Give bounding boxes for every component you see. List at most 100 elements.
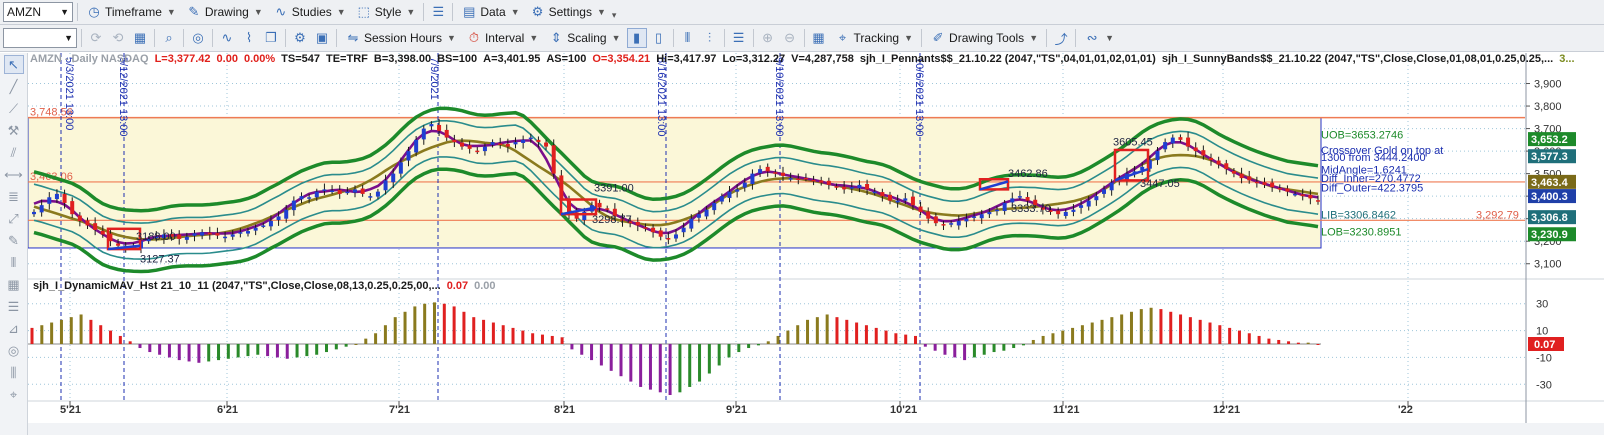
panes-icon[interactable]: ☰ — [729, 28, 749, 48]
price-tick-label: 3,900 — [1534, 79, 1562, 91]
studies-menu[interactable]: ∿ Studies ▼ — [269, 2, 350, 22]
candle-body — [368, 196, 373, 198]
history-icon[interactable]: ⟲ — [108, 28, 128, 48]
format-icon[interactable]: ▣ — [312, 28, 332, 48]
drawing-tools-menu[interactable]: ✐ Drawing Tools ▼ — [926, 28, 1042, 48]
toolbar-divider — [77, 3, 78, 21]
scaling-menu[interactable]: ⇕ Scaling ▼ — [544, 28, 624, 48]
indicator-value-2: 0.00 — [474, 280, 496, 292]
histogram-bar — [923, 344, 927, 347]
ohlc-icon[interactable]: ⫶ — [700, 28, 720, 48]
trendline-tool-icon[interactable]: ⟋ — [4, 99, 24, 118]
studies-icon: ∿ — [275, 4, 287, 19]
data-menu[interactable]: ▤ Data ▼ — [457, 2, 523, 22]
pencil-tool-icon[interactable]: ✎ — [4, 231, 24, 250]
candle-body — [1063, 211, 1068, 216]
vertical-lines-icon[interactable]: ⦀ — [4, 253, 24, 272]
pointer-icon[interactable]: ↖ — [3, 55, 24, 74]
zoom-search-icon[interactable]: ⌕ — [159, 28, 179, 48]
candle-body — [1056, 210, 1061, 215]
session-hours-menu[interactable]: ⇋ Session Hours ▼ — [341, 28, 460, 48]
hist-tick-label: 30 — [1536, 299, 1548, 311]
chevron-down-icon: ▼ — [611, 33, 621, 43]
cycle-icon[interactable]: ◎ — [4, 341, 24, 360]
candle-body — [322, 189, 327, 191]
histogram-bar — [1306, 342, 1310, 344]
tracking-menu[interactable]: ⌖ Tracking ▼ — [831, 28, 918, 48]
bar-chart-icon[interactable]: ⦀ — [678, 28, 698, 48]
zoom-out-icon[interactable]: ⊖ — [780, 28, 800, 48]
histogram-bar — [128, 341, 132, 344]
indicator-icon[interactable]: ∿ — [217, 28, 237, 48]
copy-icon[interactable]: ❐ — [261, 28, 281, 48]
symbol-selector[interactable]: AMZN ▼ — [3, 2, 73, 22]
candle-body — [1002, 202, 1007, 212]
drawing-tools-icon: ✐ — [932, 30, 944, 45]
data-window-icon[interactable]: ▦ — [809, 28, 829, 48]
histogram-bar — [1228, 327, 1232, 344]
bars-icon[interactable]: ⫼ — [4, 363, 24, 382]
candle-body — [872, 191, 877, 194]
candle-body — [796, 178, 801, 181]
interval-menu[interactable]: ⏱ Interval ▼ — [462, 28, 542, 48]
histogram-bar — [167, 344, 171, 358]
histogram-bar — [972, 344, 976, 358]
settings-menu[interactable]: ⚙ Settings ▼ — [526, 2, 610, 22]
candle-body — [551, 145, 556, 174]
candle-body — [437, 124, 442, 131]
scaling-label: Scaling — [567, 31, 607, 45]
date-tick-label: 12'21 — [1213, 404, 1240, 416]
candlestick-icon[interactable]: ▮ — [626, 28, 647, 48]
study-pennants[interactable]: sjh_I_Pennants$$_21.10.22 (2047,"TS",04,… — [860, 53, 1156, 67]
candle-body — [880, 192, 885, 197]
histogram-bar — [1316, 344, 1320, 345]
settings-icon[interactable]: ⚙ — [290, 28, 310, 48]
toolbar-overflow-icon[interactable]: ▾ — [612, 10, 617, 21]
histogram-bar — [560, 337, 564, 344]
price-chart[interactable]: 3,9003,8003,7003,6003,5003,4003,3003,200… — [28, 53, 1604, 435]
fan-icon[interactable]: ⊿ — [4, 319, 24, 338]
candle-body — [421, 128, 426, 140]
target-icon[interactable]: ◎ — [188, 28, 208, 48]
horizontal-line-icon[interactable]: ⟷ — [4, 165, 24, 184]
candle-body — [398, 162, 403, 174]
timeframe-menu[interactable]: ◷ Timeframe ▼ — [82, 2, 180, 22]
style-menu[interactable]: ⬚ Style ▼ — [352, 2, 420, 22]
indicator-name[interactable]: sjh_I_DynamicMAV_Hst 21_10_11 (2047,"TS"… — [33, 280, 441, 292]
measure-icon[interactable]: ⌖ — [4, 385, 24, 404]
trendline-icon[interactable]: ⤴ — [1051, 28, 1071, 48]
ray-icon[interactable]: ⤢ — [4, 209, 24, 228]
layout-icon[interactable]: ☰ — [428, 2, 448, 22]
candle-body — [200, 232, 205, 236]
candle-body — [1247, 176, 1252, 181]
histogram-bar — [756, 344, 760, 346]
hollow-candle-icon[interactable]: ▯ — [649, 28, 669, 48]
date-tick-label: 6'21 — [217, 404, 238, 416]
channel-tool-icon[interactable]: ⫽ — [4, 143, 24, 162]
candle-body — [330, 190, 335, 193]
candle-body — [1308, 194, 1313, 199]
chart-area[interactable]: 3,9003,8003,7003,6003,5003,4003,3003,200… — [28, 53, 1604, 435]
candle-body — [337, 190, 342, 194]
low-price: Lo=3,312.27 — [722, 53, 786, 65]
histogram-bar — [413, 306, 417, 344]
fibonacci-icon[interactable]: ≣ — [4, 187, 24, 206]
candle-body — [956, 220, 961, 226]
drawing-menu[interactable]: ✎ Drawing ▼ — [182, 2, 267, 22]
grid-tool-icon[interactable]: ▦ — [4, 275, 24, 294]
histogram-bar — [707, 344, 711, 374]
grid-icon[interactable]: ▦ — [130, 28, 150, 48]
wrench-icon[interactable]: ⚒ — [4, 121, 24, 140]
crosshair-icon[interactable]: ╱ — [4, 77, 24, 96]
zoom-in-icon[interactable]: ⊕ — [758, 28, 778, 48]
candle-body — [1262, 182, 1267, 185]
candle-body — [1224, 163, 1229, 170]
chart-analysis-menu[interactable]: ∾ ▼ — [1080, 28, 1118, 48]
levels-icon[interactable]: ☰ — [4, 297, 24, 316]
study-sunnybands[interactable]: sjh_I_SunnyBands$$_21.10.22 (2047,"TS",C… — [1162, 53, 1553, 67]
histogram-bar — [678, 344, 682, 393]
refresh-icon[interactable]: ⟳ — [86, 28, 106, 48]
candle-body — [1209, 157, 1213, 161]
chart-type-icon[interactable]: ⌇ — [239, 28, 259, 48]
chart-selector[interactable]: ▼ — [3, 28, 77, 48]
